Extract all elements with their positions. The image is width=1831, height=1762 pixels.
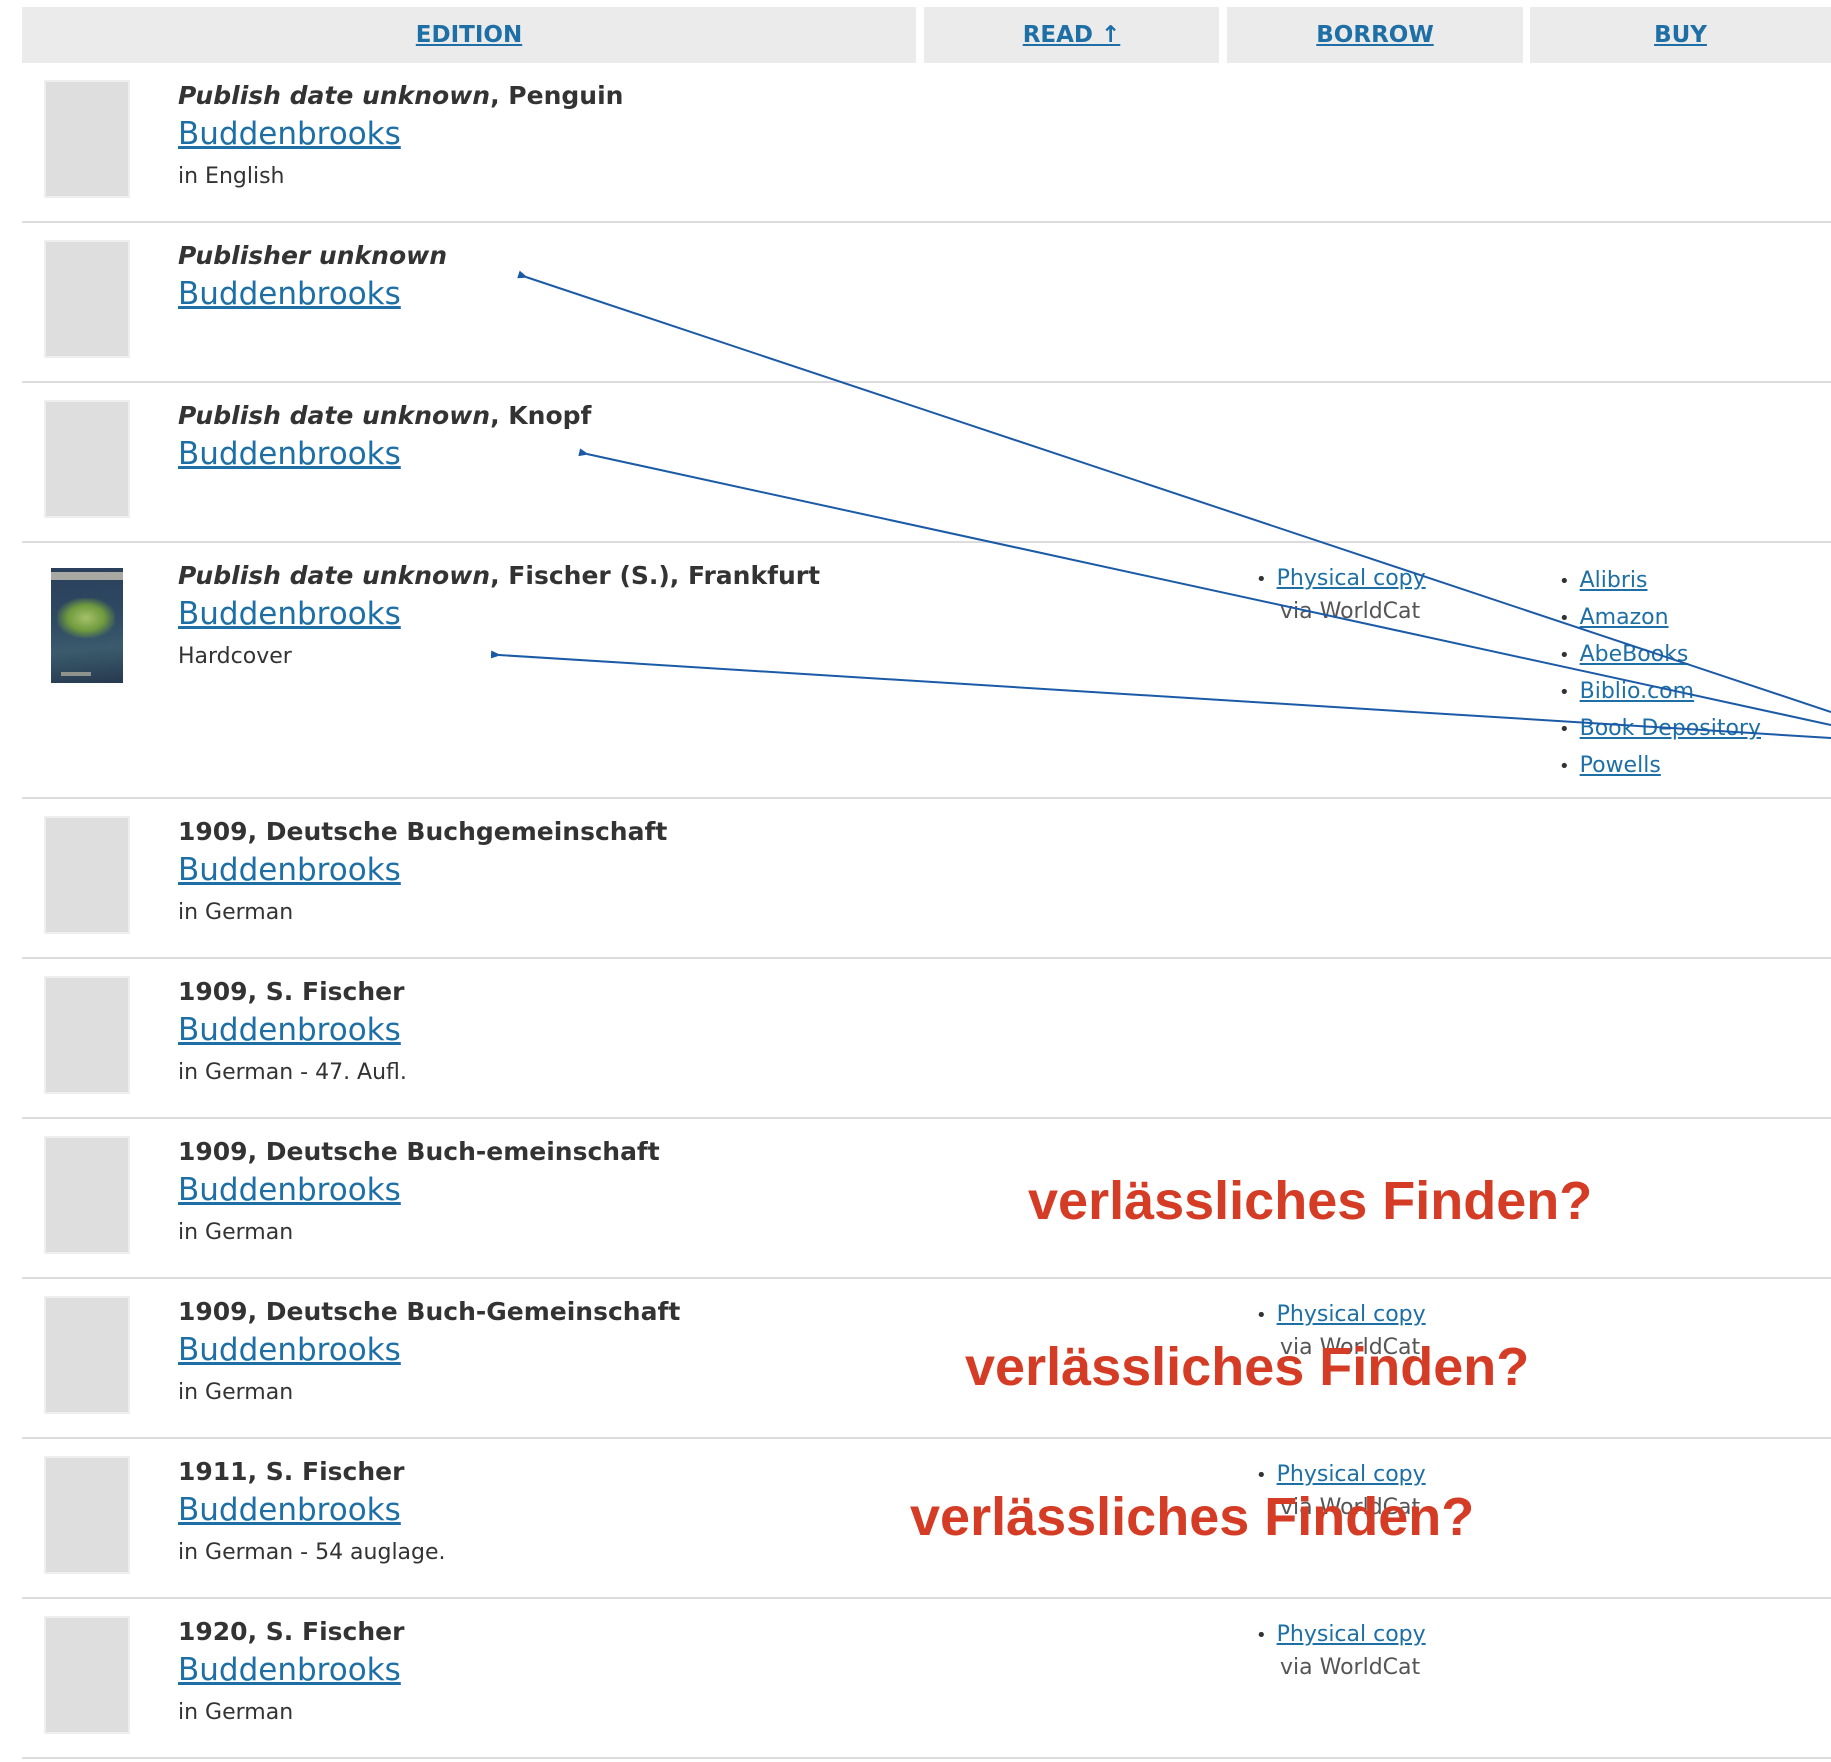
annotation-arrow	[490, 650, 1831, 739]
annotation-text: verlässliches Finden?	[965, 1337, 1530, 1397]
annotation-text: verlässliches Finden?	[1028, 1171, 1593, 1231]
annotation-arrow	[578, 448, 1831, 726]
annotation-arrow	[517, 270, 1831, 713]
annotation-text: verlässliches Finden?	[910, 1487, 1475, 1547]
